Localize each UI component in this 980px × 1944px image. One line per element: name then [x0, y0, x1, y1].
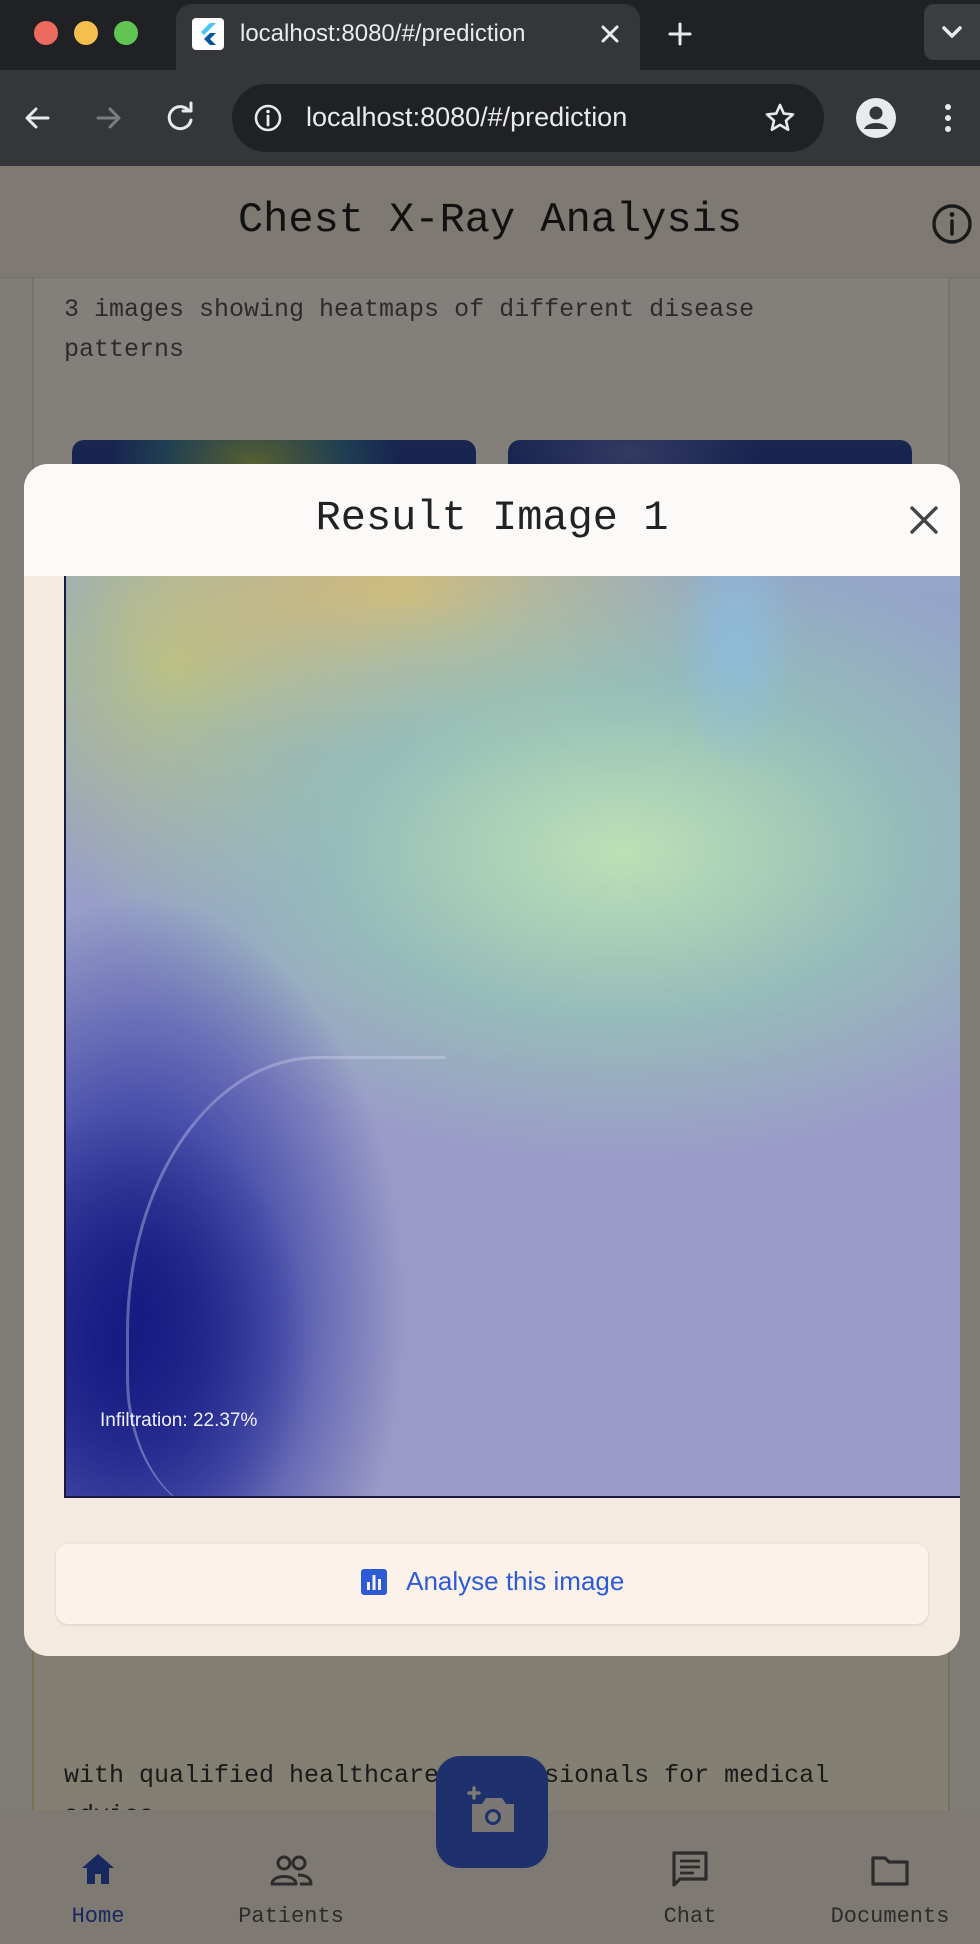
address-bar[interactable]: localhost:8080/#/prediction — [232, 84, 824, 152]
browser-toolbar: localhost:8080/#/prediction — [0, 70, 980, 166]
new-tab-icon[interactable] — [660, 14, 700, 54]
analyse-image-button[interactable]: Analyse this image — [56, 1544, 928, 1624]
window-close-button[interactable] — [34, 21, 58, 45]
dialog-title: Result Image 1 — [315, 494, 669, 542]
close-icon[interactable] — [900, 496, 948, 544]
heatmap-prediction-label: Infiltration: 22.37% — [100, 1410, 258, 1431]
profile-avatar-icon[interactable] — [854, 96, 898, 140]
url-text[interactable]: localhost:8080/#/prediction — [306, 102, 627, 133]
window-minimize-button[interactable] — [74, 21, 98, 45]
chevron-down-icon — [942, 26, 962, 38]
bookmark-star-icon[interactable] — [760, 98, 800, 138]
site-info-icon[interactable] — [250, 100, 286, 136]
flutter-favicon-icon — [192, 18, 224, 50]
browser-tab-active[interactable]: localhost:8080/#/prediction — [176, 4, 640, 70]
xray-heatmap-image[interactable]: Infiltration: 22.37% — [64, 576, 960, 1498]
browser-tab-strip: localhost:8080/#/prediction — [0, 0, 980, 70]
result-image-dialog: Result Image 1 Infiltration: 22.37% Anal… — [24, 464, 960, 1656]
forward-arrow-icon[interactable] — [86, 96, 130, 140]
analytics-icon — [360, 1568, 387, 1595]
tab-search-button[interactable] — [924, 4, 980, 60]
dialog-header: Result Image 1 — [24, 464, 960, 576]
kebab-menu-icon[interactable] — [928, 96, 968, 140]
window-maximize-button[interactable] — [114, 21, 138, 45]
tab-title: localhost:8080/#/prediction — [240, 20, 526, 47]
analyse-button-label: Analyse this image — [406, 1566, 625, 1596]
heatmap-spine-region — [666, 576, 806, 806]
back-arrow-icon[interactable] — [16, 96, 60, 140]
tab-close-icon[interactable] — [592, 16, 628, 52]
reload-icon[interactable] — [158, 96, 202, 140]
